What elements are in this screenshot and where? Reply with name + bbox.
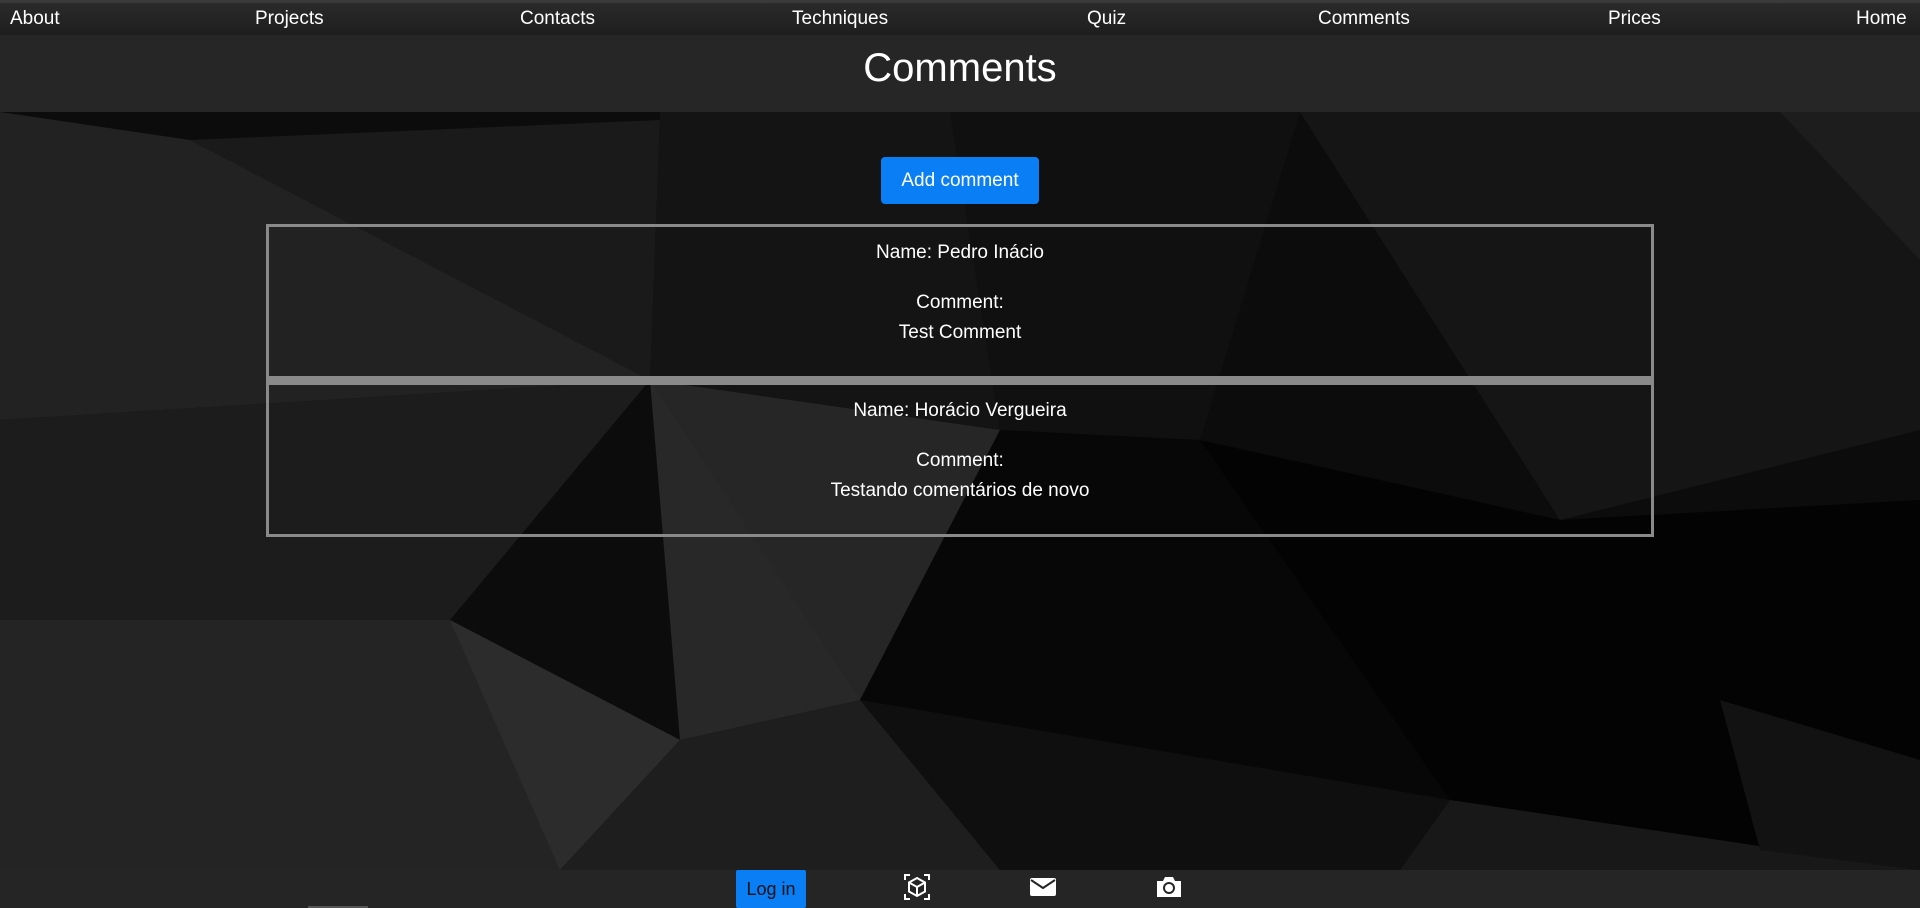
nav-item-about[interactable]: About — [10, 8, 60, 30]
add-comment-button[interactable]: Add comment — [881, 157, 1039, 204]
comment-label: Comment: — [916, 292, 1004, 313]
comment-author: Name: Pedro Inácio — [876, 242, 1044, 263]
comment-card: Name: Pedro Inácio Comment: Test Comment — [266, 224, 1654, 379]
mail-icon[interactable] — [1028, 872, 1058, 902]
nav-item-techniques[interactable]: Techniques — [792, 8, 888, 30]
footer: Log in — [0, 870, 1920, 908]
comment-author: Name: Horácio Vergueira — [853, 400, 1067, 421]
comment-text: Testando comentários de novo — [830, 480, 1090, 501]
nav-item-projects[interactable]: Projects — [255, 8, 324, 30]
comment-text: Test Comment — [898, 322, 1022, 343]
page-title: Comments — [863, 46, 1057, 90]
title-bar: Comments — [0, 35, 1920, 112]
comment-card: Name: Horácio Vergueira Comment: Testand… — [266, 382, 1654, 537]
nav-item-comments[interactable]: Comments — [1318, 8, 1410, 30]
3d-cube-icon[interactable] — [902, 872, 932, 902]
comment-label: Comment: — [916, 450, 1004, 471]
top-navigation: About Projects Contacts Techniques Quiz … — [0, 0, 1920, 35]
comments-section: Add comment Name: Pedro Inácio Comment: … — [0, 112, 1920, 870]
nav-item-contacts[interactable]: Contacts — [520, 8, 595, 30]
camera-icon[interactable] — [1154, 872, 1184, 902]
login-button[interactable]: Log in — [736, 870, 806, 908]
nav-item-home[interactable]: Home — [1856, 8, 1907, 30]
nav-item-quiz[interactable]: Quiz — [1087, 8, 1126, 30]
nav-item-prices[interactable]: Prices — [1608, 8, 1661, 30]
page: About Projects Contacts Techniques Quiz … — [0, 0, 1920, 908]
